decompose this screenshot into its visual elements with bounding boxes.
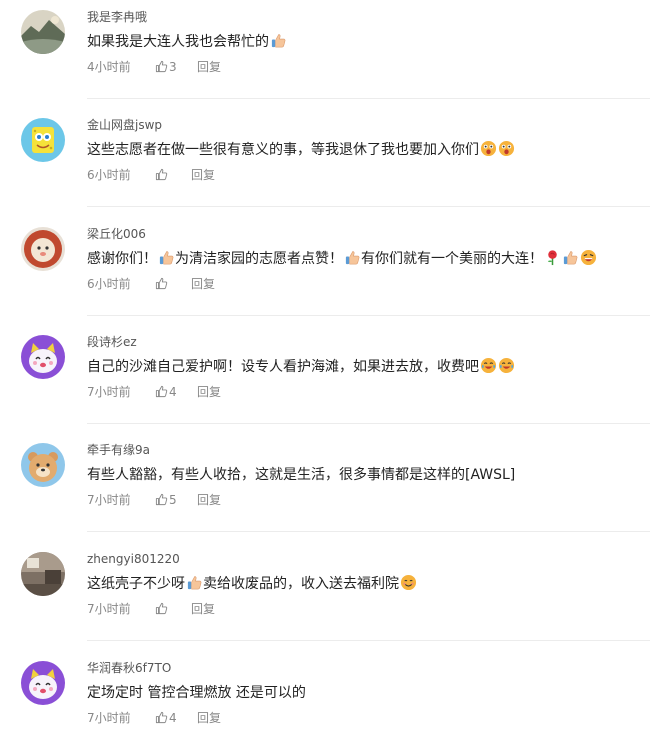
divider [87, 98, 650, 99]
laughing-face-emoji-icon [580, 249, 597, 266]
thumbs-up-emoji-icon [344, 249, 361, 266]
comment-meta: 7小时前 回复 [87, 601, 215, 617]
comment-item: 梁丘化006 感谢你们！ 为清洁家园的志愿者点赞！ 有你们就有一个美丽的大连！ 6小… [0, 217, 650, 325]
thumbs-up-icon [155, 277, 168, 290]
thumbs-up-emoji-icon [186, 574, 203, 591]
comment-username[interactable]: 我是李冉哦 [87, 9, 147, 25]
comment-item: 段诗杉ez 自己的沙滩自己爱护啊！设专人看护海滩，如果进去放，收费吧 7小时前 4… [0, 325, 650, 433]
comment-text: 感谢你们！ 为清洁家园的志愿者点赞！ 有你们就有一个美丽的大连！ [87, 249, 597, 269]
comment-text-segment: 有你们就有一个美丽的大连！ [361, 251, 543, 267]
thumbs-up-icon [155, 60, 168, 73]
crying-laughing-emoji-icon [498, 357, 515, 374]
comment-username[interactable]: zhengyi801220 [87, 551, 180, 567]
room-photo-avatar-icon[interactable] [21, 552, 65, 596]
lion-cartoon-avatar-icon[interactable] [21, 227, 65, 271]
like-count: 4 [169, 385, 177, 399]
thumbs-up-icon [155, 168, 168, 181]
comment-username[interactable]: 段诗杉ez [87, 334, 137, 350]
thumbs-up-icon [155, 493, 168, 506]
comment-meta: 4小时前 3 回复 [87, 59, 221, 75]
like-button[interactable] [155, 276, 191, 292]
surprised-face-emoji-icon [498, 140, 515, 157]
comment-time: 7小时前 [87, 711, 131, 725]
thumbs-up-emoji-icon [158, 249, 175, 266]
comment-meta: 7小时前 5 回复 [87, 492, 221, 508]
thumbs-up-icon [155, 602, 168, 615]
reply-button[interactable]: 回复 [191, 601, 215, 617]
comment-username[interactable]: 华润春秋6f7TO [87, 660, 171, 676]
like-button[interactable] [155, 167, 191, 183]
purple-cat-avatar-icon[interactable] [21, 335, 65, 379]
comment-time: 7小时前 [87, 493, 131, 507]
thumbs-up-icon [155, 711, 168, 724]
comment-item: 我是李冉哦 如果我是大连人我也会帮忙的 4小时前 3 回复 [0, 0, 650, 108]
like-count: 5 [169, 493, 177, 507]
comment-text-segment: 如果我是大连人我也会帮忙的 [87, 34, 269, 50]
comment-username[interactable]: 梁丘化006 [87, 226, 146, 242]
comment-username[interactable]: 金山网盘jswp [87, 117, 162, 133]
reply-button[interactable]: 回复 [197, 59, 221, 75]
comment-list: 我是李冉哦 如果我是大连人我也会帮忙的 4小时前 3 回复 金山网盘jswp 这些志… [0, 0, 650, 734]
crying-laughing-emoji-icon [480, 357, 497, 374]
comment-time: 6小时前 [87, 277, 131, 291]
divider [87, 206, 650, 207]
sponge-cartoon-avatar-icon[interactable] [21, 118, 65, 162]
smiling-face-emoji-icon [400, 574, 417, 591]
comment-item: 华润春秋6f7TO 定场定时 管控合理燃放 还是可以的 7小时前 4 回复 [0, 651, 650, 734]
thumbs-up-icon [155, 385, 168, 398]
comment-time: 4小时前 [87, 60, 131, 74]
like-button[interactable] [155, 601, 191, 617]
comment-text-segment: 感谢你们！ [87, 251, 157, 267]
comment-meta: 6小时前 回复 [87, 167, 215, 183]
comment-text: 这纸壳子不少呀 卖给收废品的，收入送去福利院 [87, 574, 417, 594]
comment-time: 6小时前 [87, 168, 131, 182]
thumbs-up-emoji-icon [270, 32, 287, 49]
divider [87, 315, 650, 316]
landscape-avatar-icon[interactable] [21, 10, 65, 54]
rose-emoji-icon [544, 249, 561, 266]
bear-cartoon-avatar-icon[interactable] [21, 443, 65, 487]
like-count: 4 [169, 711, 177, 725]
reply-button[interactable]: 回复 [191, 167, 215, 183]
reply-button[interactable]: 回复 [197, 492, 221, 508]
comment-text-segment: 定场定时 管控合理燃放 还是可以的 [87, 685, 306, 701]
divider [87, 640, 650, 641]
comment-text-segment: 自己的沙滩自己爱护啊！设专人看护海滩，如果进去放，收费吧 [87, 359, 479, 375]
like-button[interactable]: 3 [155, 59, 197, 75]
comment-text-segment: 这纸壳子不少呀 [87, 576, 185, 592]
like-button[interactable]: 5 [155, 492, 197, 508]
divider [87, 423, 650, 424]
comment-meta: 6小时前 回复 [87, 276, 215, 292]
comment-username[interactable]: 牵手有缘9a [87, 442, 150, 458]
comment-item: zhengyi801220 这纸壳子不少呀 卖给收废品的，收入送去福利院 7小时前… [0, 542, 650, 650]
divider [87, 531, 650, 532]
comment-text: 定场定时 管控合理燃放 还是可以的 [87, 683, 306, 703]
comment-meta: 7小时前 4 回复 [87, 384, 221, 400]
comment-text: 如果我是大连人我也会帮忙的 [87, 32, 287, 52]
surprised-face-emoji-icon [480, 140, 497, 157]
reply-button[interactable]: 回复 [191, 276, 215, 292]
reply-button[interactable]: 回复 [197, 710, 221, 726]
comment-time: 7小时前 [87, 602, 131, 616]
comment-time: 7小时前 [87, 385, 131, 399]
reply-button[interactable]: 回复 [197, 384, 221, 400]
comment-text-segment: 这些志愿者在做一些很有意义的事，等我退休了我也要加入你们 [87, 142, 479, 158]
purple-cat-avatar-icon[interactable] [21, 661, 65, 705]
like-button[interactable]: 4 [155, 384, 197, 400]
comment-text-segment: 有些人豁豁，有些人收拾，这就是生活，很多事情都是这样的[AWSL] [87, 467, 516, 483]
comment-item: 金山网盘jswp 这些志愿者在做一些很有意义的事，等我退休了我也要加入你们 6小… [0, 108, 650, 216]
comment-text: 有些人豁豁，有些人收拾，这就是生活，很多事情都是这样的[AWSL] [87, 465, 515, 485]
comment-text-segment: 卖给收废品的，收入送去福利院 [203, 576, 399, 592]
comment-text-segment: 为清洁家园的志愿者点赞！ [175, 251, 343, 267]
comment-text: 自己的沙滩自己爱护啊！设专人看护海滩，如果进去放，收费吧 [87, 357, 515, 377]
comment-meta: 7小时前 4 回复 [87, 710, 221, 726]
thumbs-up-emoji-icon [562, 249, 579, 266]
comment-item: 牵手有缘9a 有些人豁豁，有些人收拾，这就是生活，很多事情都是这样的[AWSL]… [0, 433, 650, 541]
comment-text: 这些志愿者在做一些很有意义的事，等我退休了我也要加入你们 [87, 140, 515, 160]
like-button[interactable]: 4 [155, 710, 197, 726]
like-count: 3 [169, 60, 177, 74]
